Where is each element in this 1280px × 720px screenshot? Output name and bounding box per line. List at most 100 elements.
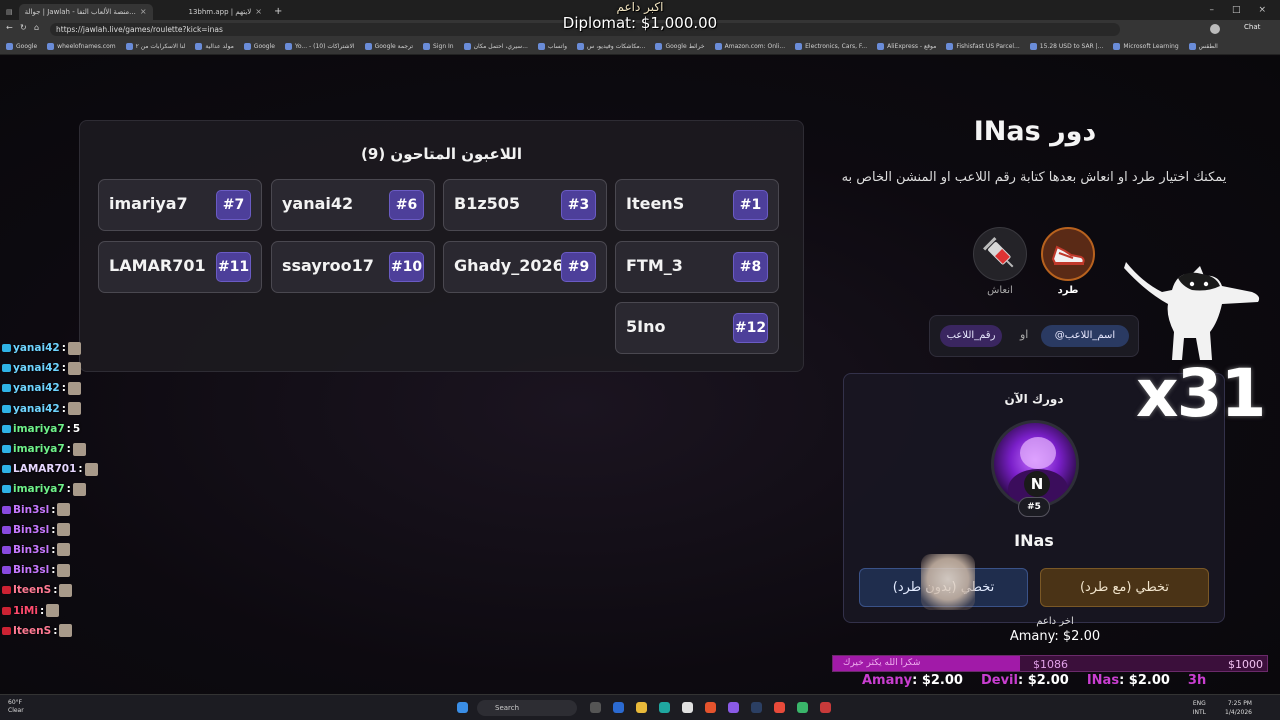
bookmark-label: AliExpress - موقع — [887, 43, 937, 50]
skip-with-kick-button[interactable]: تخطي (مع طرد) — [1040, 568, 1209, 607]
chat-username[interactable]: imariya7 — [13, 443, 65, 455]
chat-username[interactable]: Bin3sl — [13, 564, 49, 576]
bookmark-item[interactable]: Google ترجمة — [364, 43, 413, 50]
bookmark-item[interactable]: Google — [6, 43, 37, 50]
bookmark-item[interactable]: Yo... - الاشتراكات (10) — [284, 43, 355, 50]
player-card[interactable]: IteenS #1 — [615, 179, 779, 231]
clock[interactable]: 7:25 PM 1/4/2026 — [1225, 699, 1252, 717]
chat-username[interactable]: 1iMi — [13, 605, 38, 617]
player-card[interactable]: LAMAR701 #11 — [98, 241, 262, 293]
chat-username[interactable]: Bin3sl — [13, 544, 49, 556]
home-icon[interactable]: ⌂ — [34, 23, 39, 32]
app-icon[interactable] — [820, 702, 831, 713]
edge-icon[interactable] — [659, 702, 670, 713]
chat-username[interactable]: yanai42 — [13, 342, 60, 354]
player-number-badge: #12 — [733, 313, 768, 343]
bookmark-item[interactable]: Sign In — [423, 43, 454, 50]
donor-amount: : $2.00 — [912, 673, 963, 688]
bookmark-item[interactable]: واتساب — [537, 43, 567, 50]
player-number-badge: #9 — [561, 252, 596, 282]
chat-username[interactable]: Bin3sl — [13, 524, 49, 536]
back-icon[interactable]: ← — [6, 23, 13, 32]
bookmark-item[interactable]: Electronics, Cars, F... — [795, 43, 867, 50]
profile-icon[interactable] — [1210, 24, 1220, 34]
player-name: LAMAR701 — [109, 256, 206, 275]
player-card[interactable]: 5Ino #12 — [615, 302, 779, 354]
player-name: FTM_3 — [626, 256, 683, 275]
weather-widget[interactable]: 60°F Clear — [8, 699, 24, 715]
window-close-icon[interactable]: × — [1258, 5, 1266, 15]
tab-jawlah[interactable]: جوالة | Jawlah - منصة الألعاب التفا... × — [18, 3, 153, 20]
bookmark-item[interactable]: 15.28 USD to SAR |... — [1029, 43, 1104, 50]
bookmark-item[interactable]: سيري، احتمل مكان... — [463, 43, 528, 50]
chat-username[interactable]: IteenS — [13, 584, 51, 596]
app-icon[interactable] — [682, 702, 693, 713]
revive-button[interactable] — [973, 227, 1027, 281]
language-indicator[interactable]: ENG INTL — [1193, 699, 1206, 717]
app-icon[interactable] — [728, 702, 739, 713]
donor-name: INas — [1086, 673, 1120, 688]
chat-message: yanai42: — [2, 358, 102, 378]
chat-username[interactable]: IteenS — [13, 625, 51, 637]
app-icon[interactable] — [797, 702, 808, 713]
bookmark-item[interactable]: مولد عدالية — [195, 43, 234, 50]
bookmark-label: Google خرائط — [665, 43, 705, 50]
or-word: او — [1020, 328, 1029, 341]
chat-separator: : — [66, 422, 71, 435]
player-card[interactable]: imariya7 #7 — [98, 179, 262, 231]
chat-username[interactable]: imariya7 — [13, 483, 65, 495]
bookmark-label: 15.28 USD to SAR |... — [1039, 43, 1104, 50]
kick-button[interactable] — [1041, 227, 1095, 281]
bookmark-item[interactable]: مكاشكات وفيديو، س... — [577, 43, 645, 50]
player-card[interactable]: Ghady_2026 #9 — [443, 241, 607, 293]
emote-icon — [46, 604, 60, 618]
chat-username[interactable]: imariya7 — [13, 423, 65, 435]
emote-icon — [57, 543, 71, 557]
app-icon[interactable] — [636, 702, 647, 713]
new-tab-button[interactable]: + — [268, 4, 288, 20]
chat-username[interactable]: LAMAR701 — [13, 463, 76, 475]
lang-primary: ENG — [1192, 700, 1206, 707]
player-card[interactable]: yanai42 #6 — [271, 179, 435, 231]
chat-badge-icon — [2, 545, 11, 554]
chat-badge-icon — [2, 505, 11, 514]
bookmark-item[interactable]: AliExpress - موقع — [877, 43, 936, 50]
close-icon[interactable]: × — [255, 7, 262, 16]
chat-username[interactable]: Bin3sl — [13, 504, 49, 516]
maximize-icon[interactable]: □ — [1232, 5, 1241, 15]
bookmark-item[interactable]: Google — [243, 43, 275, 50]
minimize-icon[interactable]: – — [1209, 5, 1214, 15]
player-card[interactable]: ssayroo17 #10 — [271, 241, 435, 293]
chat-username[interactable]: yanai42 — [13, 403, 60, 415]
tab-13bhm[interactable]: 13bhm.app | لايتهم × — [183, 4, 268, 20]
bookmark-item[interactable]: Fishisfast US Parcel... — [946, 43, 1020, 50]
bookmark-item[interactable]: الطقس — [1188, 43, 1218, 50]
app-icon[interactable] — [590, 702, 601, 713]
refresh-icon[interactable]: ↻ — [20, 23, 27, 32]
bookmark-item[interactable]: Microsoft Learning — [1113, 43, 1179, 50]
chat-button[interactable]: Chat — [1244, 23, 1260, 31]
steam-icon[interactable] — [751, 702, 762, 713]
tab-menu[interactable]: ▤ — [0, 4, 19, 20]
player-card[interactable]: FTM_3 #8 — [615, 241, 779, 293]
chat-username[interactable]: yanai42 — [13, 382, 60, 394]
tab-label: جوالة | Jawlah - منصة الألعاب التفا... — [24, 7, 136, 16]
start-icon[interactable] — [457, 702, 468, 713]
player-card[interactable]: B1z505 #3 — [443, 179, 607, 231]
bookmark-item[interactable]: Amazon.com: Onli... — [714, 43, 785, 50]
bookmark-icon — [364, 43, 372, 50]
chat-badge-icon — [2, 586, 11, 595]
taskbar-search[interactable]: Search — [477, 700, 577, 716]
app-icon[interactable] — [613, 702, 624, 713]
bookmark-item[interactable]: Google خرائط — [655, 43, 705, 50]
chat-separator: : — [78, 463, 83, 476]
chat-username[interactable]: yanai42 — [13, 362, 60, 374]
close-icon[interactable]: × — [140, 7, 147, 16]
brave-icon[interactable] — [705, 702, 716, 713]
emote-icon — [59, 583, 73, 597]
bookmark-item[interactable]: wheelofnames.com — [47, 43, 116, 50]
bookmark-item[interactable]: لنا الاسكرابات من ٢ — [125, 43, 185, 50]
bookmark-label: wheelofnames.com — [57, 43, 116, 50]
app-icon[interactable] — [774, 702, 785, 713]
bookmark-icon — [423, 43, 431, 50]
